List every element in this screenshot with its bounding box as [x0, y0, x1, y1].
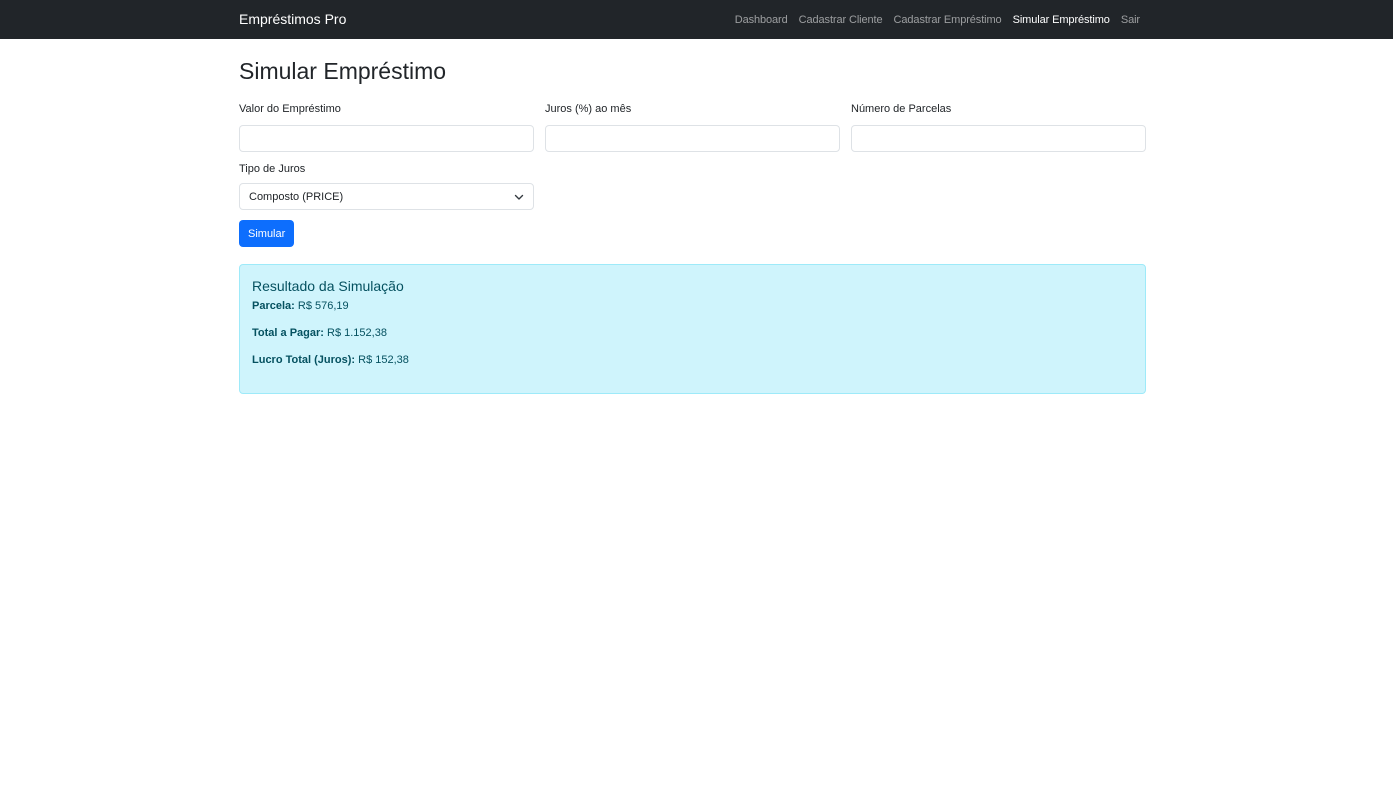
- juros-field-group: Juros (%) ao mês: [545, 102, 840, 152]
- parcelas-field-group: Número de Parcelas: [851, 102, 1146, 152]
- nav-link-simular-emprestimo[interactable]: Simular Empréstimo: [1013, 14, 1110, 26]
- nav-link-dashboard[interactable]: Dashboard: [735, 14, 788, 26]
- parcelas-label: Número de Parcelas: [851, 103, 952, 115]
- result-total-label: Total a Pagar:: [252, 327, 324, 339]
- result-parcela-value: R$ 576,19: [297, 300, 349, 312]
- nav-link-cadastrar-emprestimo[interactable]: Cadastrar Empréstimo: [894, 14, 1002, 26]
- tipo-juros-select[interactable]: Composto (PRICE): [239, 183, 534, 210]
- result-total: Total a Pagar: R$ 1.152,38: [252, 326, 1133, 341]
- juros-input[interactable]: [545, 125, 840, 152]
- parcelas-input[interactable]: [851, 125, 1146, 152]
- page-title: Simular Empréstimo: [239, 58, 447, 84]
- result-lucro-value: R$ 152,38: [358, 354, 409, 366]
- navbar-links: Dashboard Cadastrar Cliente Cadastrar Em…: [724, 0, 1140, 39]
- simular-button[interactable]: Simular: [239, 220, 295, 247]
- result-total-value: R$ 1.152,38: [327, 327, 387, 339]
- nav-link-sair[interactable]: Sair: [1121, 14, 1140, 26]
- result-lucro-label: Lucro Total (Juros):: [252, 354, 356, 366]
- tipo-juros-field-group: Tipo de Juros Composto (PRICE): [239, 162, 534, 210]
- navbar-brand[interactable]: Empréstimos Pro: [239, 0, 346, 39]
- nav-link-cadastrar-cliente[interactable]: Cadastrar Cliente: [799, 14, 883, 26]
- juros-label: Juros (%) ao mês: [545, 103, 632, 115]
- result-lucro: Lucro Total (Juros): R$ 152,38: [252, 353, 1133, 368]
- top-navbar: Empréstimos Pro Dashboard Cadastrar Clie…: [0, 0, 1393, 39]
- tipo-juros-selected-value: Composto (PRICE): [249, 190, 344, 203]
- valor-field-group: Valor do Empréstimo: [239, 102, 534, 152]
- valor-label: Valor do Empréstimo: [239, 103, 341, 115]
- result-title: Resultado da Simulação: [252, 278, 404, 294]
- result-parcela: Parcela: R$ 576,19: [252, 299, 1133, 314]
- result-parcela-label: Parcela:: [252, 300, 295, 312]
- simulation-result-alert: Resultado da Simulação Parcela: R$ 576,1…: [239, 264, 1146, 394]
- chevron-down-icon: [514, 192, 524, 202]
- valor-input[interactable]: [239, 125, 534, 152]
- tipo-juros-label: Tipo de Juros: [239, 163, 306, 175]
